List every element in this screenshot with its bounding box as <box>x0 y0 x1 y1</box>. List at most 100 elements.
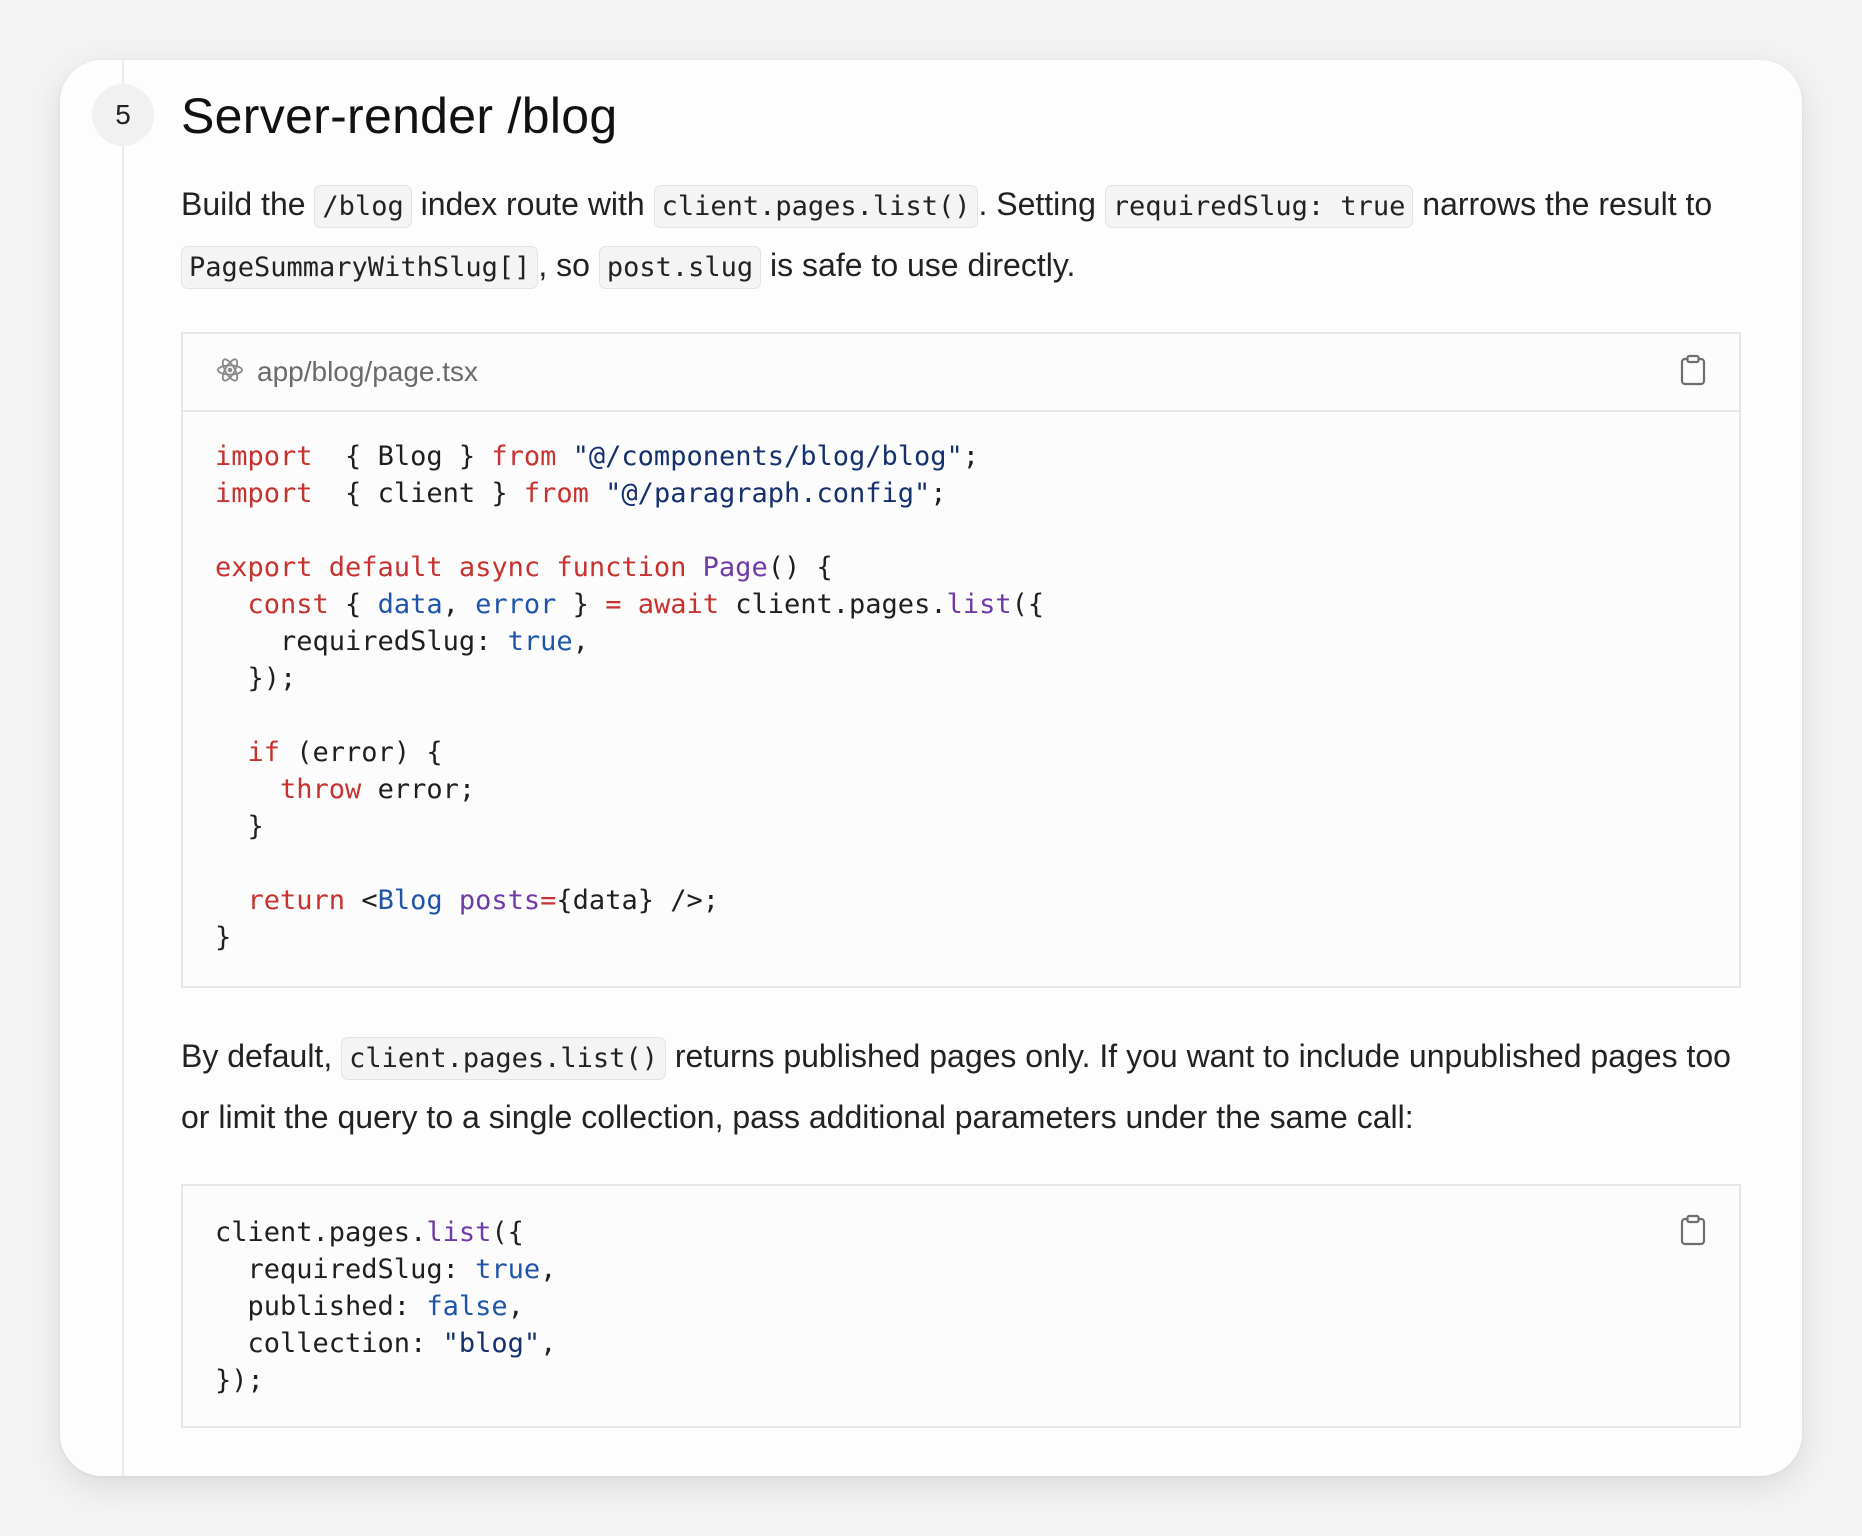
code-token: const <box>247 589 329 620</box>
code-token: true <box>475 1254 541 1285</box>
code-token: requiredSlug: <box>215 1254 476 1285</box>
clipboard-icon <box>1679 354 1707 391</box>
step-number: 5 <box>115 99 131 130</box>
code-filename: app/blog/page.tsx <box>257 356 479 387</box>
code-token: {data} />; <box>556 885 719 916</box>
code-token: from <box>523 478 589 509</box>
code-block-list-params: client.pages.list({ requiredSlug: true, … <box>181 1184 1741 1428</box>
code-token: false <box>426 1291 508 1322</box>
outro-paragraph: By default, client.pages.list() returns … <box>181 1027 1741 1146</box>
code-token: } <box>215 811 264 842</box>
code-token: "@/components/blog/blog" <box>572 441 963 472</box>
intro-text: . Setting <box>978 186 1105 222</box>
code-token: , <box>540 1328 557 1359</box>
intro-paragraph: Build the /blog index route with client.… <box>181 175 1741 297</box>
code-token: published: <box>215 1291 427 1322</box>
code-token: return <box>247 885 346 916</box>
intro-text: is safe to use directly. <box>761 247 1076 283</box>
code-token: Blog <box>377 885 443 916</box>
code-line: }); <box>215 663 297 694</box>
code-token: { client } <box>312 478 524 509</box>
code-block-page-tsx: app/blog/page.tsx import { Blog } from "… <box>181 332 1741 988</box>
code-token: ({ <box>1011 589 1045 620</box>
code-token: requiredSlug: <box>215 626 508 657</box>
code-token: import <box>215 478 313 509</box>
code-line: requiredSlug: true, <box>215 1254 557 1285</box>
code-token: Page <box>702 552 768 583</box>
code-content: import { Blog } from "@/components/blog/… <box>183 412 1739 982</box>
code-token: from <box>491 441 557 472</box>
code-line: requiredSlug: true, <box>215 626 589 657</box>
code-token: { Blog } <box>312 441 492 472</box>
copy-code-button[interactable] <box>1673 1212 1713 1252</box>
code-token: }); <box>215 1365 264 1396</box>
code-token: = <box>540 885 557 916</box>
intro-text: index route with <box>411 186 654 222</box>
code-token: , <box>442 589 476 620</box>
code-token: , <box>507 1291 524 1322</box>
code-line: return <Blog posts={data} />; <box>215 885 719 916</box>
code-token: collection: <box>215 1328 443 1359</box>
inline-code-type: PageSummaryWithSlug[] <box>181 246 539 289</box>
code-line: } <box>215 922 231 953</box>
copy-code-button[interactable] <box>1673 352 1713 392</box>
code-token: if <box>247 737 281 768</box>
code-line: import { client } from "@/paragraph.conf… <box>215 478 947 509</box>
code-line: const { data, error } = await client.pag… <box>215 589 1045 620</box>
code-line: client.pages.list({ <box>215 1217 524 1248</box>
outro-text: By default, <box>181 1038 342 1074</box>
inline-code-blog-path: /blog <box>314 185 412 228</box>
code-line: collection: "blog", <box>215 1328 557 1359</box>
code-token: , <box>540 1254 557 1285</box>
code-token: client.pages. <box>719 589 947 620</box>
code-content: client.pages.list({ requiredSlug: true, … <box>183 1186 1739 1425</box>
inline-code-required-slug: requiredSlug: true <box>1104 185 1414 228</box>
code-token: ; <box>930 478 947 509</box>
code-token: "@/paragraph.config" <box>605 478 931 509</box>
code-token: "blog" <box>442 1328 541 1359</box>
code-token: } <box>215 922 232 953</box>
inline-code-list-call: client.pages.list() <box>653 185 979 228</box>
intro-text: Build the <box>181 186 315 222</box>
code-token: } <box>556 589 606 620</box>
code-line: }); <box>215 1365 264 1396</box>
code-token: import <box>215 441 313 472</box>
step-title: Server-render /blog <box>181 88 618 144</box>
inline-code-list-call: client.pages.list() <box>341 1037 666 1080</box>
intro-text: narrows the result to <box>1413 186 1713 222</box>
step-number-badge: 5 <box>92 84 154 146</box>
code-token: , <box>572 626 589 657</box>
step-card: 5 Server-render /blog Build the /blog in… <box>60 60 1802 1476</box>
code-token: (error) { <box>280 737 443 768</box>
code-token: throw <box>280 774 362 805</box>
code-token: error <box>475 589 557 620</box>
code-line: if (error) { <box>215 737 443 768</box>
code-token: { <box>328 589 378 620</box>
clipboard-icon <box>1679 1214 1707 1251</box>
code-token: client.pages. <box>215 1217 427 1248</box>
code-token: list <box>946 589 1012 620</box>
code-token: = <box>605 589 622 620</box>
code-line: published: false, <box>215 1291 524 1322</box>
code-line: } <box>215 811 264 842</box>
code-token: posts <box>458 885 541 916</box>
code-token: () { <box>767 552 833 583</box>
inline-code-post-slug: post.slug <box>598 246 762 289</box>
code-token: data <box>377 589 443 620</box>
code-line: throw error; <box>215 774 475 805</box>
code-token: ({ <box>491 1217 524 1248</box>
code-token: ; <box>962 441 980 472</box>
code-token: < <box>345 885 378 916</box>
code-block-header: app/blog/page.tsx <box>183 334 1739 412</box>
code-token: await <box>637 589 719 620</box>
intro-text: , so <box>538 247 599 283</box>
react-icon <box>215 355 245 390</box>
